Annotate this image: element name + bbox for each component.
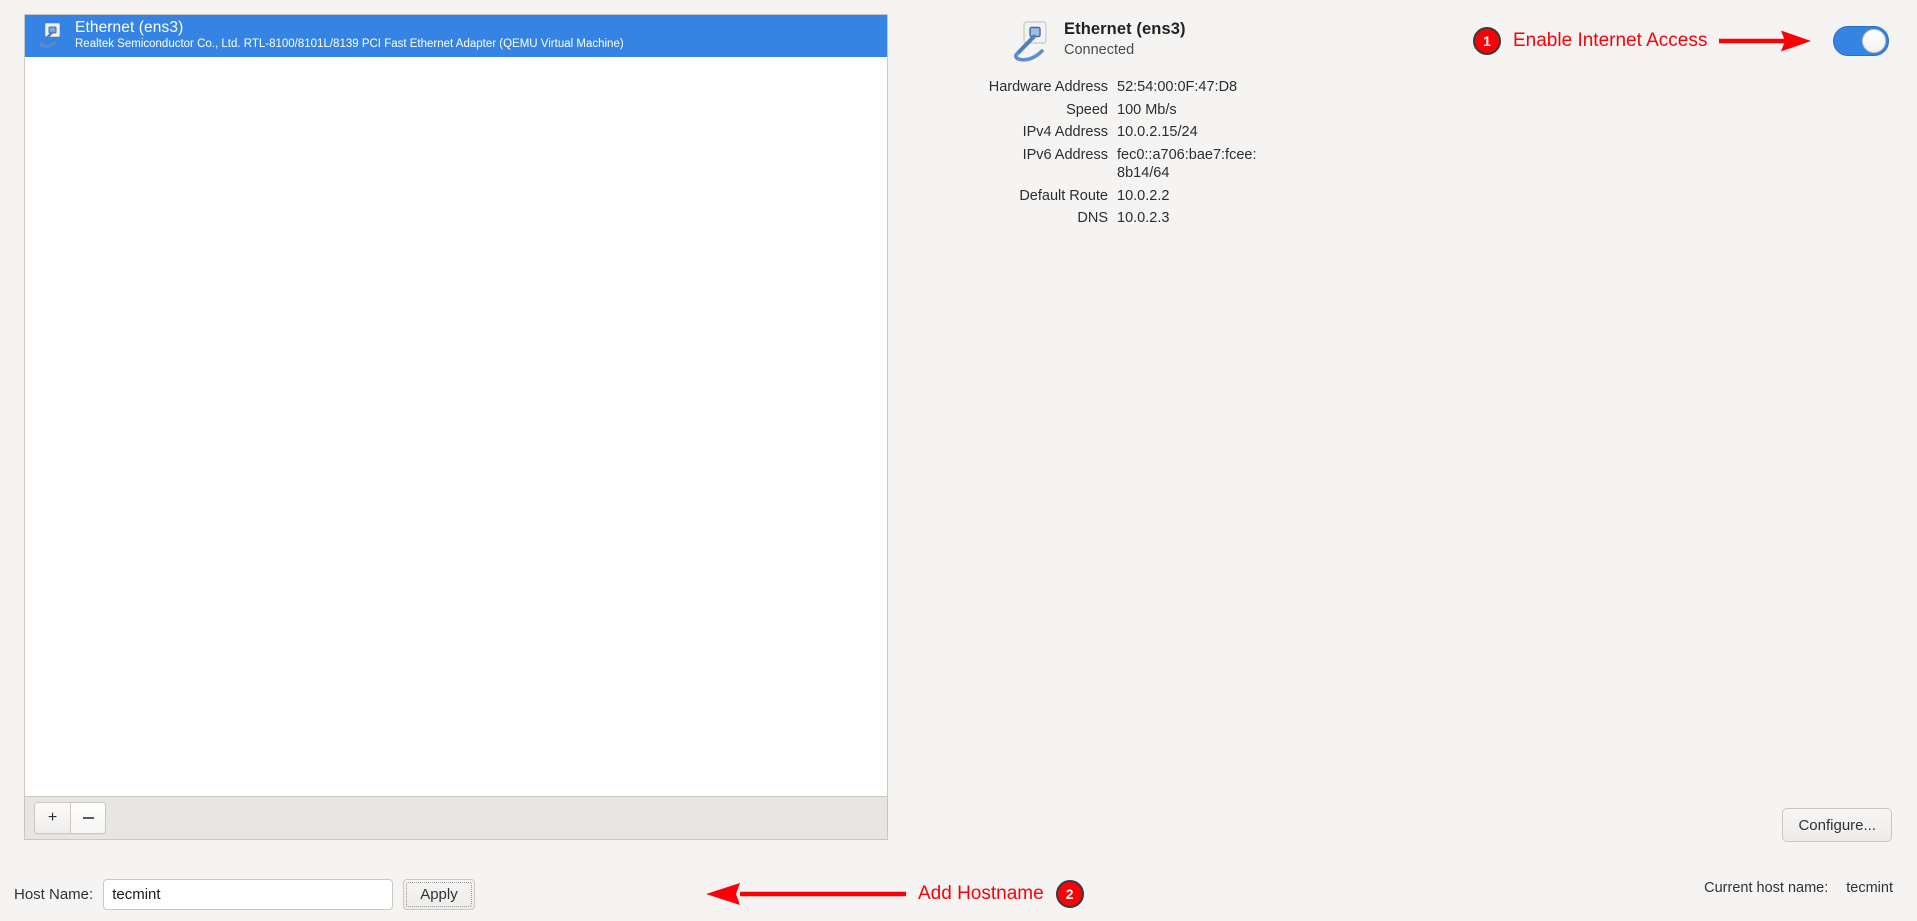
minus-icon	[82, 817, 94, 819]
hostname-row: Host Name: Apply	[14, 879, 475, 910]
internet-access-toggle[interactable]	[1833, 26, 1889, 56]
current-host-name-label: Current host name:	[1704, 880, 1829, 896]
device-list-toolbar: +	[24, 796, 888, 840]
table-row: IPv6 Address fec0::a706:bae7:fcee: 8b14/…	[900, 144, 1257, 185]
current-host-name: Current host name: tecmint	[1704, 880, 1893, 896]
add-remove-button-group: +	[34, 802, 106, 834]
annotation-badge: 1	[1473, 27, 1501, 55]
table-row: Speed 100 Mb/s	[900, 99, 1256, 122]
detail-value: fec0::a706:bae7:fcee: 8b14/64	[1117, 146, 1257, 182]
annotation-2: Add Hostname 2	[706, 880, 1084, 908]
table-row: Default Route 10.0.2.2	[900, 185, 1256, 208]
list-item-title: Ethernet (ens3)	[75, 18, 184, 36]
details-title: Ethernet (ens3)	[1064, 20, 1186, 38]
details-header-text: Ethernet (ens3) Connected	[1064, 18, 1186, 58]
annotation-1: 1 Enable Internet Access	[1473, 27, 1812, 55]
detail-label: Hardware Address	[988, 79, 1108, 95]
detail-value: 10.0.2.15/24	[1117, 124, 1198, 141]
current-host-name-value: tecmint	[1846, 880, 1893, 896]
toggle-knob	[1862, 29, 1886, 53]
device-list[interactable]: Ethernet (ens3) Realtek Semiconductor Co…	[24, 14, 888, 796]
annotation-label: Add Hostname	[918, 883, 1044, 904]
detail-value: 10.0.2.2	[1117, 187, 1170, 204]
details-table: Hardware Address 52:54:00:0F:47:D8 Speed…	[900, 76, 1257, 230]
arrow-left-icon	[706, 883, 906, 905]
network-wired-icon	[37, 22, 63, 48]
hostname-label: Host Name:	[14, 886, 94, 903]
table-row: IPv4 Address 10.0.2.15/24	[900, 121, 1256, 144]
connection-details-panel: Ethernet (ens3) Connected Hardware Addre…	[900, 18, 1320, 230]
table-row: DNS 10.0.2.3	[900, 207, 1256, 230]
annotation-label: Enable Internet Access	[1513, 30, 1708, 51]
network-wired-icon	[1010, 20, 1054, 64]
detail-value: 52:54:00:0F:47:D8	[1117, 79, 1238, 95]
detail-value: 10.0.2.3	[1117, 210, 1170, 227]
details-header: Ethernet (ens3) Connected	[900, 18, 1320, 64]
list-item-subtitle: Realtek Semiconductor Co., Ltd. RTL-8100…	[75, 38, 624, 51]
configure-button[interactable]: Configure...	[1782, 808, 1892, 842]
detail-label: IPv6 Address	[1022, 146, 1108, 163]
table-row: Hardware Address 52:54:00:0F:47:D8	[900, 76, 1256, 99]
network-device-panel: Ethernet (ens3) Realtek Semiconductor Co…	[24, 14, 890, 842]
add-connection-button[interactable]: +	[35, 803, 70, 833]
hostname-input[interactable]	[103, 879, 394, 910]
detail-label: Speed	[1066, 101, 1108, 118]
arrow-right-icon	[1719, 30, 1812, 52]
detail-label: Default Route	[1019, 187, 1108, 204]
detail-label: DNS	[1077, 210, 1108, 227]
remove-connection-button[interactable]	[70, 803, 105, 833]
detail-value: 100 Mb/s	[1117, 101, 1177, 118]
detail-label: IPv4 Address	[1022, 124, 1108, 141]
connection-status: Connected	[1064, 42, 1135, 58]
list-item[interactable]: Ethernet (ens3) Realtek Semiconductor Co…	[25, 15, 887, 57]
annotation-badge: 2	[1055, 880, 1084, 908]
list-item-text: Ethernet (ens3) Realtek Semiconductor Co…	[75, 19, 624, 51]
apply-button[interactable]: Apply	[403, 879, 475, 910]
